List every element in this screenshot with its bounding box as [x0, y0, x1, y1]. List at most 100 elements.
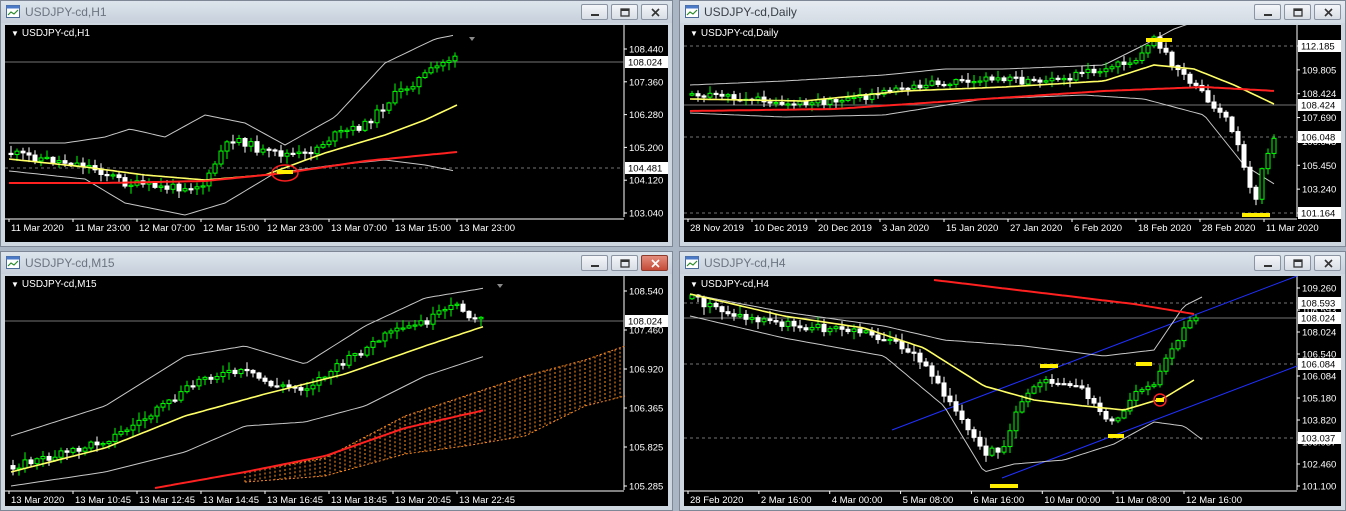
price-tick-label: 102.460: [1302, 460, 1336, 471]
price-box-label: 106.084: [1301, 360, 1335, 371]
dropdown-triangle-icon[interactable]: ▼: [11, 280, 19, 289]
candle-body: [1031, 78, 1037, 82]
title-bar[interactable]: USDJPY-cd,H1: [1, 1, 672, 23]
price-tick-label: 106.920: [629, 365, 663, 376]
candle-body: [170, 183, 176, 190]
chart-window-daily[interactable]: USDJPY-cd,Daily 112.185109.805108.424107…: [679, 0, 1346, 247]
maximize-button[interactable]: [1284, 4, 1311, 20]
candle-body: [136, 419, 142, 426]
close-button[interactable]: [1314, 4, 1341, 20]
candle-body: [1007, 76, 1013, 82]
candle-body: [971, 429, 977, 438]
candle-body: [110, 174, 116, 177]
price-box-label: 108.024: [628, 317, 662, 328]
maximize-button[interactable]: [611, 255, 638, 271]
price-tick-label: 104.120: [629, 176, 663, 187]
candle-body: [839, 99, 845, 103]
chart-window-m15[interactable]: USDJPY-cd,M15 108.540 107.460 106.920 106.3…: [0, 251, 673, 511]
maximize-button[interactable]: [1284, 255, 1311, 271]
maximize-button[interactable]: [611, 4, 638, 20]
candle-body: [1181, 327, 1187, 342]
candle-body: [725, 311, 731, 315]
price-box-label: 108.424: [1301, 101, 1335, 112]
candle-body: [218, 150, 224, 165]
highlight-marker: [1156, 398, 1164, 402]
price-chart[interactable]: 108.540 107.460 106.920 106.365 105.825 105.2…: [5, 276, 668, 506]
candle-body: [833, 326, 839, 330]
candle-body: [194, 186, 200, 190]
price-chart[interactable]: 112.185109.805108.424107.690106.048105.4…: [684, 25, 1341, 242]
minimize-button[interactable]: [1254, 4, 1281, 20]
candle-body: [44, 156, 50, 160]
candle-body: [923, 84, 929, 89]
candle-body: [160, 403, 166, 408]
candle-body: [1211, 101, 1217, 109]
candle-body: [34, 458, 40, 465]
candle-body: [8, 152, 14, 156]
title-bar[interactable]: USDJPY-cd,Daily: [680, 1, 1345, 23]
time-tick-label: 13 Mar 12:45: [139, 495, 195, 506]
candle-body: [1073, 71, 1079, 81]
minimize-button[interactable]: [581, 255, 608, 271]
maximize-icon: [1293, 8, 1303, 17]
candle-body: [188, 188, 194, 191]
minimize-button[interactable]: [1254, 255, 1281, 271]
chart-canvas[interactable]: 109.260108.593108.024106.540106.084105.1…: [684, 276, 1341, 506]
candle-body: [1067, 77, 1073, 81]
dropdown-triangle-icon[interactable]: ▼: [11, 29, 19, 38]
candle-body: [887, 338, 893, 342]
price-chart[interactable]: 108.440 107.360 106.280 105.200 104.120 103.0…: [5, 25, 668, 242]
candle-body: [779, 321, 785, 327]
candle-body: [917, 84, 923, 89]
candle-body: [358, 353, 364, 356]
title-bar[interactable]: USDJPY-cd,M15: [1, 252, 672, 274]
candle-body: [88, 441, 94, 449]
time-tick-label: 13 Mar 10:45: [75, 495, 131, 506]
chart-canvas[interactable]: 108.540107.460106.920106.365105.825105.2…: [5, 276, 668, 506]
candle-body: [1001, 446, 1007, 453]
highlight-marker: [1040, 364, 1058, 368]
chart-window-h1[interactable]: USDJPY-cd,H1 108.440 107.360 106.280 105.20…: [0, 0, 673, 247]
candle-body: [1253, 186, 1259, 200]
candle-body: [340, 363, 346, 366]
candle-body: [400, 327, 406, 330]
candle-body: [953, 79, 959, 85]
dropdown-triangle-icon[interactable]: ▼: [690, 280, 698, 289]
candle-body: [304, 388, 310, 391]
candle-body: [212, 163, 218, 174]
candle-body: [176, 183, 182, 192]
chart-canvas[interactable]: 112.185109.805108.424107.690106.048105.4…: [684, 25, 1341, 242]
candle-body: [314, 146, 320, 155]
candle-body: [1235, 131, 1241, 146]
symbol-label: ▼ USDJPY-cd,Daily: [690, 28, 779, 39]
price-chart[interactable]: 109.260 108.593 108.024 106.540 106.084 105.1…: [684, 276, 1341, 506]
candle-body: [1109, 66, 1115, 70]
candle-body: [1007, 430, 1013, 448]
candle-body: [935, 80, 941, 85]
close-button[interactable]: [641, 4, 668, 20]
candle-body: [236, 137, 242, 143]
chart-canvas[interactable]: 108.440 107.360 106.280 105.200 104.120 103.0…: [5, 25, 668, 242]
candle-body: [226, 369, 232, 373]
close-button[interactable]: [641, 255, 668, 271]
price-box-label: 106.048: [1301, 133, 1335, 144]
title-bar[interactable]: USDJPY-cd,H4: [680, 252, 1345, 274]
candle-body: [839, 326, 845, 330]
time-tick-label: 13 Mar 22:45: [459, 495, 515, 506]
candle-body: [1163, 357, 1169, 372]
dropdown-triangle-icon[interactable]: ▼: [690, 29, 698, 38]
close-button[interactable]: [1314, 255, 1341, 271]
highlight-marker: [1242, 213, 1270, 217]
price-box-label: 112.185: [1301, 42, 1335, 53]
candle-body: [214, 376, 220, 380]
minimize-button[interactable]: [581, 4, 608, 20]
price-tick-label: 106.280: [629, 110, 663, 121]
candle-body: [977, 80, 983, 83]
candle-body: [242, 137, 248, 147]
candle-body: [749, 317, 755, 320]
chart-window-h4[interactable]: USDJPY-cd,H4 109.260 108.593 108.024 106.54…: [679, 251, 1346, 511]
time-tick-label: 13 Mar 16:45: [267, 495, 323, 506]
close-icon: [1324, 8, 1333, 17]
candle-body: [1019, 76, 1025, 85]
time-tick-label: 13 Mar 20:45: [395, 495, 451, 506]
